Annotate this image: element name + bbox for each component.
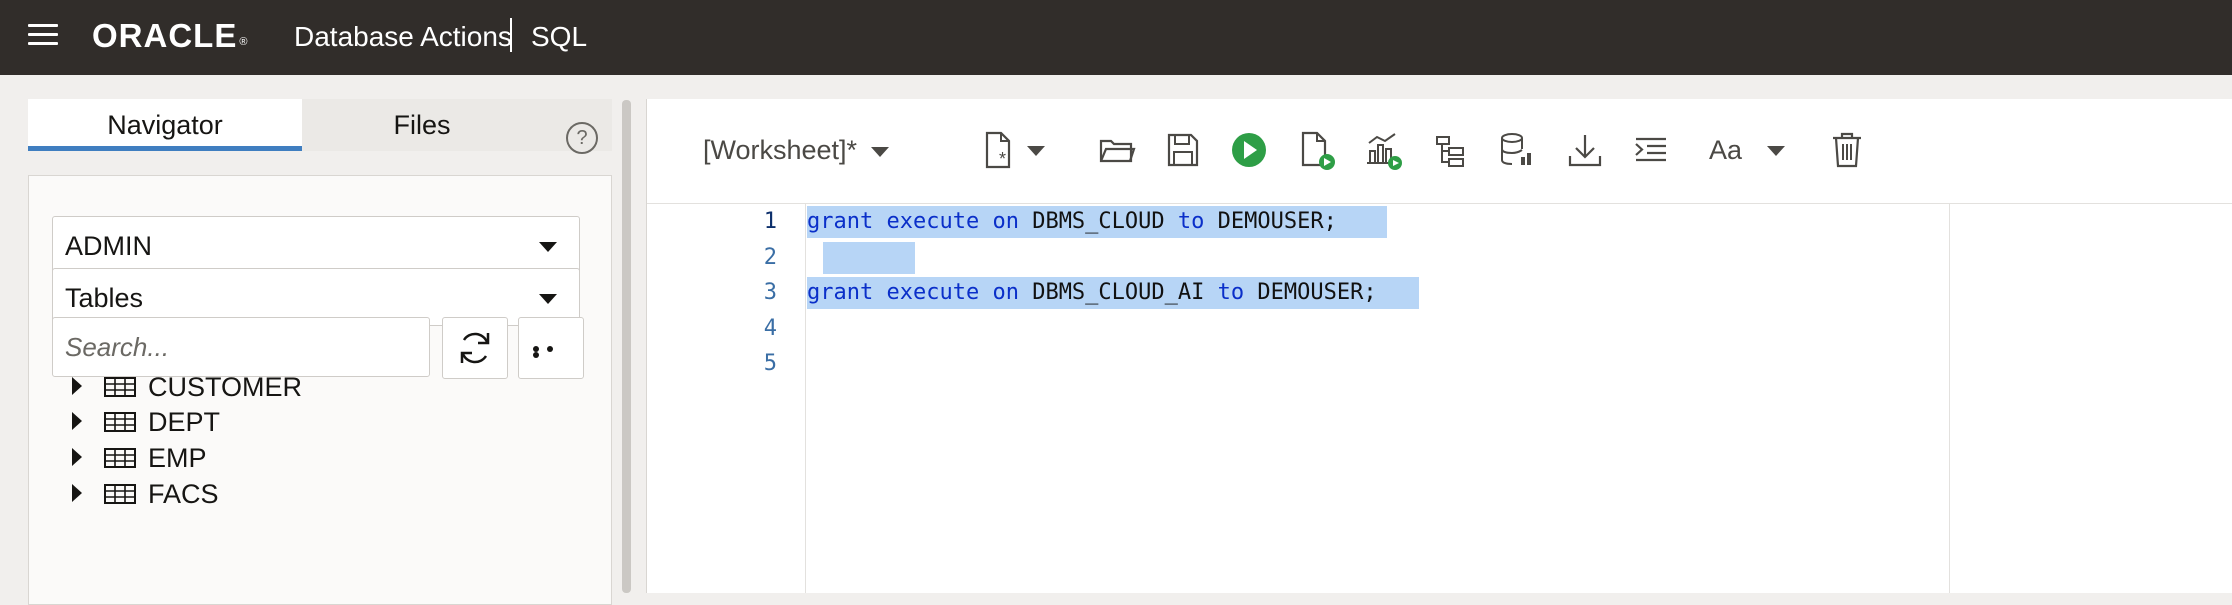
chevron-down-icon	[539, 242, 557, 252]
database-chart-icon	[1501, 133, 1531, 165]
table-name: EMP	[148, 443, 207, 473]
font-size-icon: Aa	[1709, 135, 1743, 165]
sql-text: DBMS_CLOUD_AI	[1018, 280, 1218, 305]
explain-plan-button[interactable]	[1431, 129, 1471, 171]
module-name: SQL	[531, 21, 588, 52]
print-margin	[1949, 204, 1950, 593]
line-number: 5	[763, 351, 777, 376]
table-name: FACS	[148, 479, 219, 509]
format-button[interactable]	[1631, 129, 1671, 171]
sql-text: DEMOUSER;	[1244, 280, 1377, 305]
worksheet-selector[interactable]: [Worksheet]*	[703, 129, 890, 171]
autotrace-button[interactable]	[1363, 129, 1405, 171]
worksheet-title: [Worksheet]*	[703, 135, 858, 165]
sql-keyword: execute	[886, 280, 980, 305]
line-number: 3	[763, 280, 777, 305]
hamburger-menu-icon[interactable]	[28, 24, 58, 50]
oracle-logo[interactable]: ORACLE ®	[92, 14, 248, 58]
line-number: 1	[763, 209, 777, 234]
worksheet-panel: [Worksheet]* * Aa 1 2 3 4 5 grant execut…	[646, 99, 2232, 593]
gutter-divider	[805, 204, 806, 593]
table-icon	[104, 484, 136, 509]
expand-arrow-icon[interactable]	[72, 412, 82, 430]
sql-keyword: to	[1177, 209, 1205, 234]
table-icon	[104, 412, 136, 437]
code-line: grant execute on DBMS_CLOUD_AI to DEMOUS…	[807, 277, 1377, 309]
trash-icon	[1833, 132, 1861, 168]
code-editor[interactable]: 1 2 3 4 5 grant execute on DBMS_CLOUD to DEM…	[647, 204, 2232, 593]
run-statement-button[interactable]	[1229, 129, 1269, 171]
schema-value: ADMIN	[65, 231, 152, 261]
product-name: Database Actions	[294, 21, 512, 52]
expand-arrow-icon[interactable]	[72, 377, 82, 395]
sql-keyword: grant	[807, 280, 874, 305]
tab-files[interactable]: Files	[302, 99, 542, 151]
more-icon	[533, 346, 571, 358]
more-actions-button[interactable]	[518, 317, 584, 379]
chevron-down-icon	[1027, 146, 1045, 156]
open-file-button[interactable]	[1097, 129, 1137, 171]
chevron-down-icon	[871, 146, 890, 157]
save-button[interactable]	[1163, 129, 1203, 171]
expand-arrow-icon[interactable]	[72, 448, 82, 466]
expand-arrow-icon[interactable]	[72, 484, 82, 502]
help-icon[interactable]: ?	[566, 122, 598, 154]
run-statement-icon	[1232, 133, 1266, 167]
table-name: CUSTOMER	[148, 372, 303, 402]
text-selection	[823, 241, 915, 274]
table-icon	[104, 377, 136, 402]
app-header: ORACLE ® Database Actions SQL	[0, 0, 2232, 75]
run-script-button[interactable]	[1297, 129, 1337, 171]
svg-text:*: *	[999, 149, 1006, 169]
sql-tuning-button[interactable]	[1497, 129, 1539, 171]
line-number: 2	[763, 244, 777, 270]
download-icon	[1568, 135, 1602, 167]
chevron-down-icon	[539, 294, 557, 304]
new-worksheet-icon: *	[985, 131, 1011, 169]
table-name: DEPT	[148, 407, 221, 437]
sql-keyword: on	[992, 280, 1019, 305]
chevron-down-icon	[1767, 146, 1785, 156]
font-size-button[interactable]: Aa	[1709, 129, 1799, 171]
format-indent-icon	[1635, 137, 1666, 162]
refresh-button[interactable]	[442, 317, 508, 379]
header-divider	[510, 18, 512, 52]
sql-keyword: grant	[807, 209, 874, 234]
table-icon	[104, 448, 136, 473]
new-worksheet-button[interactable]: *	[981, 129, 1053, 171]
explain-plan-icon	[1436, 136, 1464, 167]
run-script-icon	[1301, 131, 1335, 170]
navigator-panel: Navigator Files ? ADMIN Tables CUSTOMERD…	[6, 75, 626, 605]
sql-keyword: on	[992, 209, 1019, 234]
clear-button[interactable]	[1827, 129, 1867, 171]
sql-keyword: to	[1217, 280, 1245, 305]
line-number: 4	[763, 315, 777, 341]
download-button[interactable]	[1565, 129, 1605, 171]
code-line: grant execute on DBMS_CLOUD to DEMOUSER;	[807, 206, 1337, 238]
open-folder-icon	[1099, 139, 1136, 163]
worksheet-toolbar: [Worksheet]* * Aa	[647, 99, 2232, 204]
sql-keyword: execute	[886, 209, 980, 234]
tab-navigator[interactable]: Navigator	[28, 99, 302, 151]
sql-text: DBMS_CLOUD	[1018, 209, 1178, 234]
panel-splitter[interactable]	[622, 100, 631, 593]
schema-select[interactable]: ADMIN	[52, 216, 580, 274]
save-icon	[1167, 133, 1199, 167]
autotrace-icon	[1367, 133, 1402, 170]
sql-text: DEMOUSER;	[1204, 209, 1337, 234]
refresh-icon	[460, 332, 490, 364]
